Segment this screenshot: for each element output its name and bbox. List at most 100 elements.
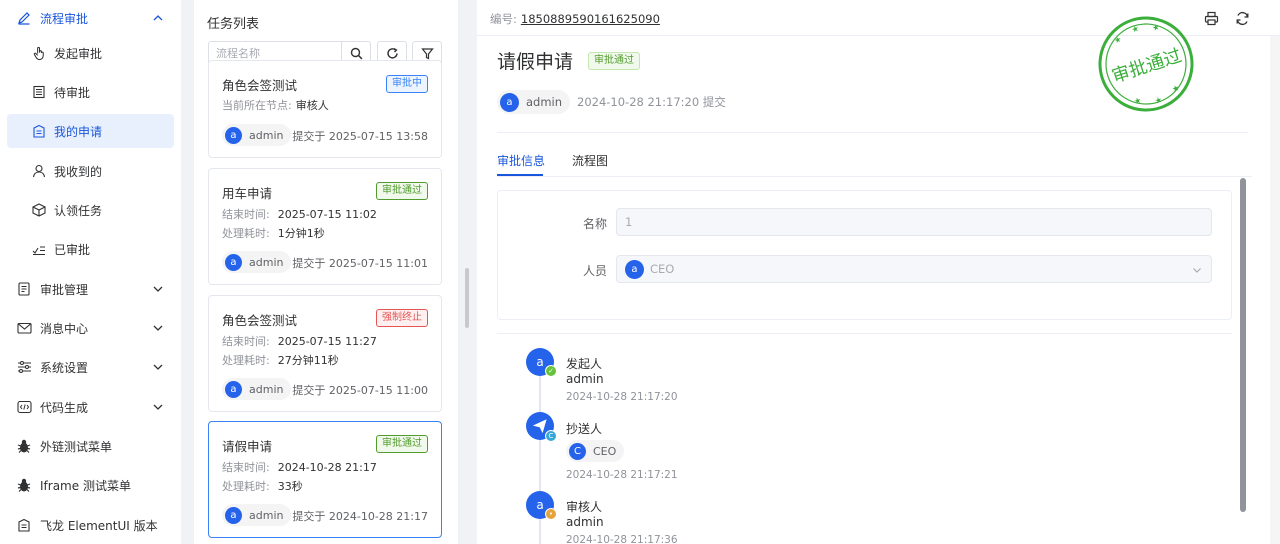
hand-pointer-icon xyxy=(31,45,47,61)
avatar: a xyxy=(225,380,242,398)
status-badge: 强制终止 xyxy=(376,309,428,327)
task-card[interactable]: 角色会签测试 强制终止 结束时间: 2025-07-15 11:27 处理耗时: 2… xyxy=(208,295,442,412)
card-user-chip: a admin xyxy=(222,124,292,146)
card-info-line: 结束时间: 2025-07-15 11:02 xyxy=(222,208,377,221)
task-card[interactable]: 角色会签测试 审批中 当前所在节点: 审核人 a admin 提交于 2025-0… xyxy=(208,60,442,158)
menu-system-settings[interactable]: 系统设置 xyxy=(0,349,181,385)
menu-external-link-test[interactable]: 外链测试菜单 xyxy=(0,428,181,464)
svg-text:★: ★ xyxy=(1154,95,1164,106)
name-field[interactable]: 1 xyxy=(616,208,1212,236)
tab-flow-chart[interactable]: 流程图 xyxy=(572,152,608,169)
code-icon xyxy=(16,399,32,415)
sidebar-item-received[interactable]: 我收到的 xyxy=(7,154,174,188)
print-button[interactable] xyxy=(1202,9,1220,27)
avatar: a xyxy=(225,126,242,144)
chevron-down-icon xyxy=(151,400,165,414)
avatar: a xyxy=(625,259,644,279)
chevron-down-icon xyxy=(151,282,165,296)
menu-iframe-test[interactable]: Iframe 测试菜单 xyxy=(0,467,181,503)
svg-text:★: ★ xyxy=(1151,22,1161,33)
check-icon: ✓ xyxy=(545,365,557,377)
sidebar-item-label: 发起审批 xyxy=(54,47,103,61)
timeline-role: 发起人 xyxy=(566,357,603,371)
initiator-name: admin xyxy=(526,95,563,109)
svg-text:★: ★ xyxy=(1130,24,1140,35)
task-list-scrollbar[interactable] xyxy=(465,268,469,328)
approval-form: 名称 1 人员 a CEO xyxy=(497,190,1232,320)
timeline-role: 抄送人 xyxy=(566,422,603,436)
building-doc-icon xyxy=(31,123,47,139)
submit-time: 2024-10-28 21:17:20 提交 xyxy=(577,95,726,109)
timeline-time: 2024-10-28 21:17:20 xyxy=(566,391,678,403)
detail-scrollbar[interactable] xyxy=(1240,178,1246,512)
task-card-selected[interactable]: 请假申请 审批通过 结束时间: 2024-10-28 21:17 处理耗时: 33秒… xyxy=(208,421,442,538)
process-number-value[interactable]: 1850889590161625090 xyxy=(521,12,660,26)
name-label: 名称 xyxy=(583,217,608,231)
process-number: 编号: 1850889590161625090 xyxy=(490,12,660,26)
menu-group-approval[interactable]: 流程审批 xyxy=(0,0,181,36)
menu-message-center[interactable]: 消息中心 xyxy=(0,310,181,346)
svg-text:★: ★ xyxy=(1113,35,1123,46)
cc-user-chip: C CEO xyxy=(566,440,625,462)
card-user-name: admin xyxy=(249,508,284,522)
timeline-user: admin xyxy=(566,372,604,386)
task-list-panel: 任务列表 流程名称 角色会签测试 审批中 当前所在节点: 审核人 a admin … xyxy=(194,0,458,544)
task-list-title: 任务列表 xyxy=(207,17,260,32)
check-list-icon xyxy=(31,241,47,257)
avatar: a xyxy=(500,92,519,112)
menu-code-generation[interactable]: 代码生成 xyxy=(0,389,181,425)
printer-icon xyxy=(1204,11,1218,25)
refresh-button[interactable] xyxy=(1233,9,1251,27)
building-doc-icon xyxy=(16,517,32,533)
box-icon xyxy=(31,202,47,218)
card-submit-time: 提交于 2025-07-15 11:00 xyxy=(292,384,428,397)
card-user-name: admin xyxy=(249,255,284,269)
menu-approval-management[interactable]: 审批管理 xyxy=(0,271,181,307)
card-submit-time: 提交于 2025-07-15 11:01 xyxy=(292,257,428,270)
card-user-name: admin xyxy=(249,128,284,142)
pen-icon xyxy=(16,10,32,26)
tab-approval-info[interactable]: 审批信息 xyxy=(497,152,545,169)
card-user-name: admin xyxy=(249,382,284,396)
card-title: 角色会签测试 xyxy=(222,78,298,93)
card-info-line: 处理耗时: 33秒 xyxy=(222,480,303,493)
menu-label: Iframe 测试菜单 xyxy=(40,478,131,493)
refresh-icon xyxy=(1236,11,1248,25)
sidebar-item-todo[interactable]: 待审批 xyxy=(7,75,174,109)
timeline-user: admin xyxy=(566,515,604,529)
status-badge: 审批中 xyxy=(386,75,428,93)
card-info-line: 当前所在节点: 审核人 xyxy=(222,99,329,112)
sidebar-item-start-approval[interactable]: 发起审批 xyxy=(7,36,174,70)
card-title: 请假申请 xyxy=(222,439,273,454)
sidebar: 流程审批 发起审批 待审批 我的申请 我收到的 认领任务 已审批 审批管理 消息… xyxy=(0,0,181,544)
sidebar-item-claim-tasks[interactable]: 认领任务 xyxy=(7,193,174,227)
card-info-line: 结束时间: 2024-10-28 21:17 xyxy=(222,461,377,474)
cc-icon: C xyxy=(545,430,557,442)
menu-feilong-elementui[interactable]: 飞龙 ElementUI 版本 xyxy=(0,507,181,543)
status-badge: 审批通过 xyxy=(376,182,428,200)
menu-label: 系统设置 xyxy=(40,360,89,375)
card-user-chip: a admin xyxy=(222,251,292,273)
task-card[interactable]: 用车申请 审批通过 结束时间: 2025-07-15 11:02 处理耗时: 1分钟… xyxy=(208,168,442,285)
status-badge: 审批通过 xyxy=(376,435,428,453)
timeline-time: 2024-10-28 21:17:36 xyxy=(566,534,678,544)
menu-label: 审批管理 xyxy=(40,282,89,297)
sidebar-item-label: 我的申请 xyxy=(54,125,103,139)
avatar: a xyxy=(225,253,242,271)
filter-icon xyxy=(420,47,434,59)
timeline-time: 2024-10-28 21:17:21 xyxy=(566,469,678,481)
card-user-chip: a admin xyxy=(222,378,292,400)
person-select[interactable]: a CEO xyxy=(616,255,1212,283)
detail-panel: 编号: 1850889590161625090 请假申请 审批通过 a admin… xyxy=(477,0,1280,544)
card-info-line: 处理耗时: 27分钟11秒 xyxy=(222,354,339,367)
menu-label: 代码生成 xyxy=(40,400,89,415)
bug-icon xyxy=(16,477,32,493)
card-title: 用车申请 xyxy=(222,186,273,201)
sliders-icon xyxy=(16,359,32,375)
list-doc-icon xyxy=(31,84,47,100)
sidebar-item-approved[interactable]: 已审批 xyxy=(7,232,174,266)
chevron-down-icon xyxy=(151,321,165,335)
card-submit-time: 提交于 2025-07-15 13:58 xyxy=(292,130,428,143)
sidebar-item-my-requests[interactable]: 我的申请 xyxy=(7,114,174,148)
chevron-down-icon xyxy=(1193,268,1201,273)
